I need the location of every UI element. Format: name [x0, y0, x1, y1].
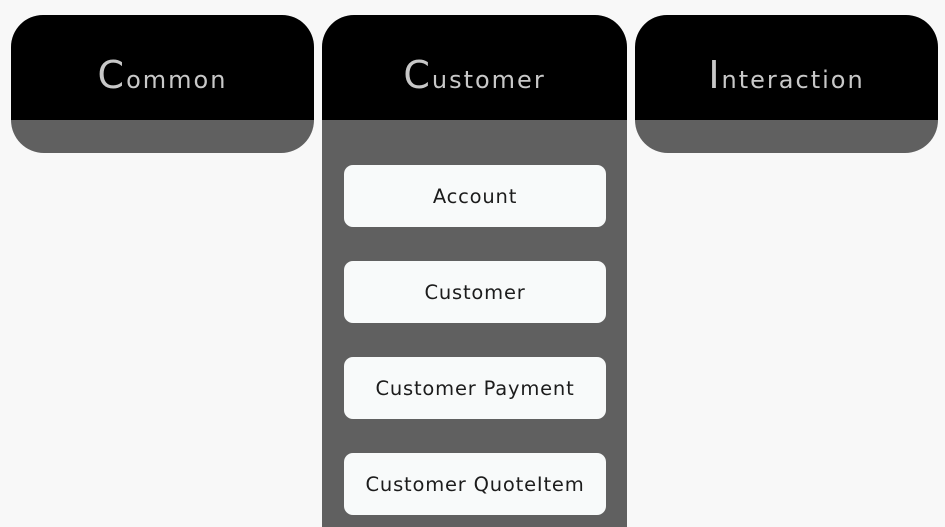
menu-item-customer-payment[interactable]: Customer Payment	[344, 357, 606, 419]
tab-customer-header[interactable]: Customer	[322, 15, 627, 120]
tab-interaction-header[interactable]: Interaction	[635, 15, 938, 120]
menu-item-customer-quoteitem-label: Customer QuoteItem	[365, 472, 585, 496]
tab-interaction: Interaction	[635, 15, 938, 153]
tab-common-header[interactable]: Common	[11, 15, 314, 120]
tab-interaction-footer	[635, 120, 938, 153]
tab-customer: Customer Account Customer Customer Payme…	[322, 15, 627, 527]
tab-customer-label: Customer	[403, 52, 546, 97]
menu-item-customer-label: Customer	[424, 280, 526, 304]
menu-item-customer[interactable]: Customer	[344, 261, 606, 323]
menu-item-account-label: Account	[432, 184, 518, 208]
menu-item-account[interactable]: Account	[344, 165, 606, 227]
menu-item-customer-quoteitem[interactable]: Customer QuoteItem	[344, 453, 606, 515]
tab-common: Common	[11, 15, 314, 153]
customer-dropdown-panel: Account Customer Customer Payment Custom…	[322, 120, 627, 527]
tab-interaction-label: Interaction	[708, 52, 865, 97]
tab-common-label: Common	[97, 52, 228, 97]
tab-common-footer	[11, 120, 314, 153]
menu-item-customer-payment-label: Customer Payment	[375, 376, 575, 400]
